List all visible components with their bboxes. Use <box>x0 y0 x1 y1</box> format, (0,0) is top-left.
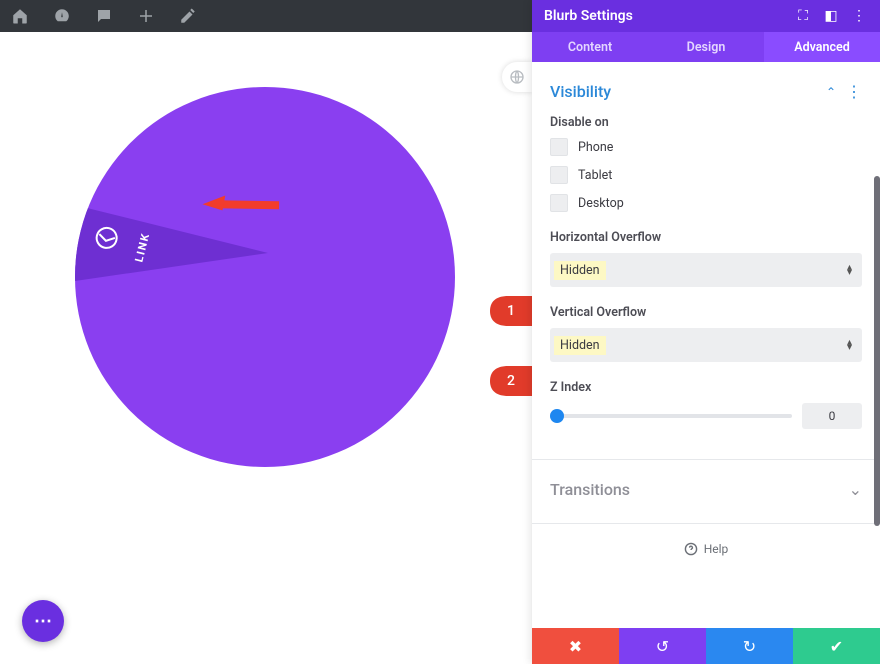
expand-icon[interactable]: ⛶ <box>794 7 812 25</box>
z-index-label: Z Index <box>550 380 862 395</box>
collapse-icon[interactable]: ⌃ <box>826 85 836 99</box>
chevron-updown-icon: ▴▾ <box>847 340 852 350</box>
fab-more[interactable]: ⋯ <box>22 600 64 642</box>
columns-icon[interactable]: ◧ <box>822 7 840 25</box>
slider-thumb[interactable] <box>550 409 564 423</box>
panel-title: Blurb Settings <box>544 8 784 24</box>
select-horizontal-overflow[interactable]: Hidden ▴▾ <box>550 253 862 287</box>
checkbox-phone-label: Phone <box>578 140 613 155</box>
check-icon: ✔ <box>830 637 843 656</box>
home-icon[interactable] <box>10 6 30 26</box>
settings-panel: Blurb Settings ⛶ ◧ ⋮ Content Design Adva… <box>532 0 880 664</box>
help-icon <box>684 542 698 556</box>
panel-tabs: Content Design Advanced <box>532 32 880 62</box>
globe-icon[interactable] <box>502 62 532 92</box>
undo-icon: ↺ <box>656 637 669 656</box>
save-button[interactable]: ✔ <box>793 628 880 664</box>
section-visibility: Visibility ⌃ ⋮ Disable on Phone Tablet D… <box>532 62 880 459</box>
horizontal-overflow-label: Horizontal Overflow <box>550 230 862 245</box>
checkbox-tablet[interactable] <box>550 166 568 184</box>
panel-footer: ✖ ↺ ↻ ✔ <box>532 628 880 664</box>
kebab-icon[interactable]: ⋮ <box>850 7 868 25</box>
callout-2: 2 <box>490 366 538 396</box>
tab-design[interactable]: Design <box>648 32 764 62</box>
chevron-down-icon[interactable]: ⌄ <box>849 480 862 499</box>
help-link[interactable]: Help <box>532 524 880 574</box>
redo-button[interactable]: ↻ <box>706 628 793 664</box>
plus-icon[interactable] <box>136 6 156 26</box>
chevron-updown-icon: ▴▾ <box>847 265 852 275</box>
section-kebab-icon[interactable]: ⋮ <box>846 82 862 101</box>
checkbox-desktop-label: Desktop <box>578 196 624 211</box>
close-icon: ✖ <box>569 637 582 656</box>
select-vertical-overflow[interactable]: Hidden ▴▾ <box>550 328 862 362</box>
vertical-overflow-label: Vertical Overflow <box>550 305 862 320</box>
tab-advanced[interactable]: Advanced <box>764 32 880 62</box>
discard-button[interactable]: ✖ <box>532 628 619 664</box>
checkbox-phone[interactable] <box>550 138 568 156</box>
checkbox-tablet-label: Tablet <box>578 168 612 183</box>
tab-content[interactable]: Content <box>532 32 648 62</box>
section-title-transitions[interactable]: Transitions <box>550 480 849 499</box>
scrollbar[interactable] <box>874 176 880 526</box>
blurb-circle[interactable]: LINK <box>75 87 455 467</box>
undo-button[interactable]: ↺ <box>619 628 706 664</box>
link-label: LINK <box>133 231 153 263</box>
callout-1: 1 <box>490 296 538 326</box>
panel-body: Visibility ⌃ ⋮ Disable on Phone Tablet D… <box>532 62 880 628</box>
redo-icon: ↻ <box>743 637 756 656</box>
z-index-slider[interactable] <box>550 414 792 418</box>
section-transitions: Transitions ⌄ <box>532 460 880 523</box>
comment-icon[interactable] <box>94 6 114 26</box>
section-title-visibility[interactable]: Visibility <box>550 82 826 101</box>
checkbox-desktop[interactable] <box>550 194 568 212</box>
editor-canvas: LINK ⋯ <box>0 32 532 664</box>
disable-on-label: Disable on <box>550 115 862 130</box>
pencil-icon[interactable] <box>178 6 198 26</box>
z-index-value[interactable]: 0 <box>802 403 862 429</box>
gauge-icon[interactable] <box>52 6 72 26</box>
